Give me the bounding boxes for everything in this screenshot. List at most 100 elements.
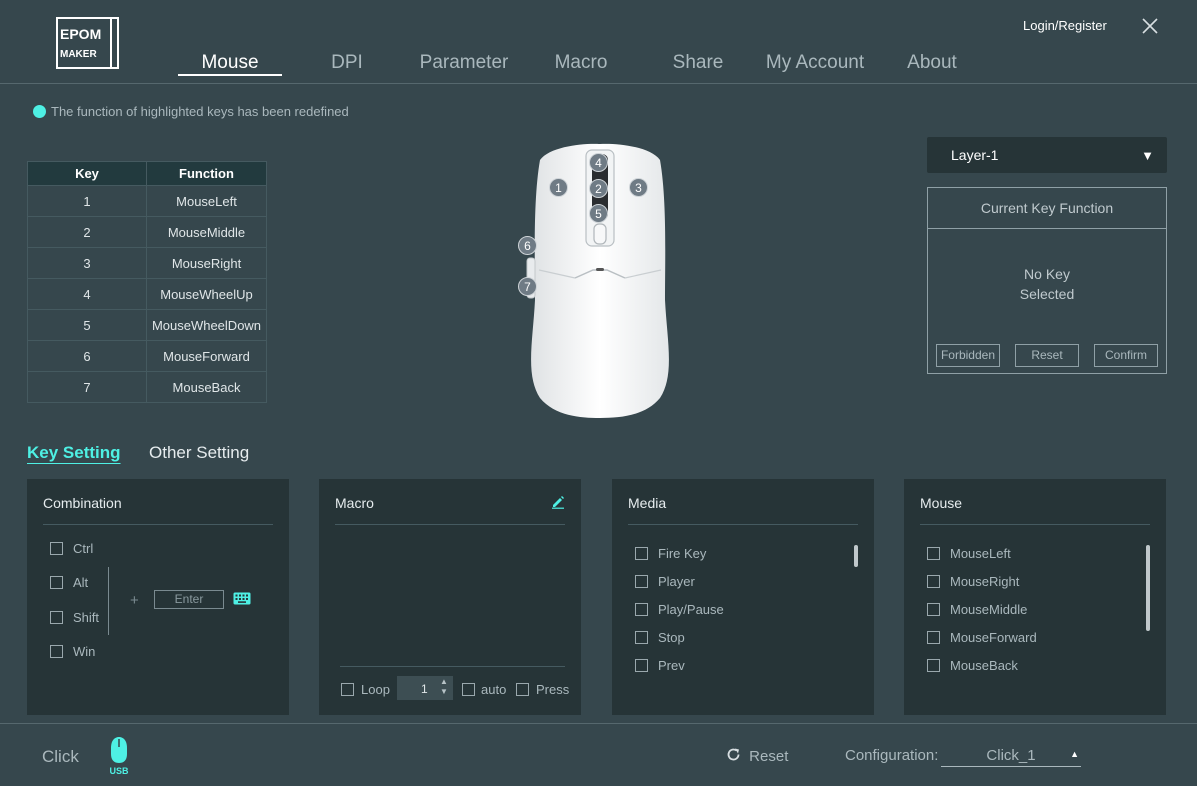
tab-my-account[interactable]: My Account <box>758 52 872 74</box>
key-input-field[interactable]: Enter <box>154 590 224 609</box>
alt-checkbox[interactable] <box>50 576 63 589</box>
media-item-play-pause[interactable]: Play/Pause <box>658 602 724 617</box>
mouse-scrollbar[interactable] <box>1146 545 1150 631</box>
highlight-dot-icon <box>33 105 46 118</box>
mouse-item-middle[interactable]: MouseMiddle <box>950 602 1027 617</box>
function-cell: MouseWheelUp <box>146 278 267 310</box>
media-scrollbar[interactable] <box>854 545 858 567</box>
ctrl-checkbox[interactable] <box>50 542 63 555</box>
plus-sign: + <box>130 592 139 609</box>
svg-text:EPOM: EPOM <box>60 26 101 42</box>
tab-about[interactable]: About <box>898 52 966 74</box>
dropdown-triangle-icon: ▼ <box>1141 148 1154 163</box>
tab-other-setting[interactable]: Other Setting <box>149 443 249 463</box>
tab-parameter[interactable]: Parameter <box>412 52 516 74</box>
configuration-value: Click_1 <box>986 747 1036 764</box>
divider <box>920 524 1150 525</box>
empty-line-1: No Key <box>1024 266 1070 282</box>
mouse-key-badge-1[interactable]: 1 <box>549 178 568 197</box>
mouse-key-badge-4[interactable]: 4 <box>589 153 608 172</box>
usb-device-icon[interactable]: USB <box>108 736 130 776</box>
tab-macro[interactable]: Macro <box>540 52 622 74</box>
combination-panel: Combination Ctrl Alt Shift Win + Enter <box>27 479 289 715</box>
mouse-key-badge-3[interactable]: 3 <box>629 178 648 197</box>
current-key-function-panel: Current Key Function No Key Selected For… <box>927 187 1167 374</box>
tab-share[interactable]: Share <box>660 52 736 74</box>
loop-label: Loop <box>361 682 390 697</box>
empty-line-2: Selected <box>1019 286 1075 302</box>
mouse-key-badge-5[interactable]: 5 <box>589 204 608 223</box>
loop-count-value: 1 <box>421 682 428 696</box>
confirm-button[interactable]: Confirm <box>1094 344 1158 367</box>
loop-checkbox[interactable] <box>341 683 354 696</box>
configuration-dropdown[interactable]: Click_1 ▲ <box>941 747 1081 767</box>
media-item-prev[interactable]: Prev <box>658 658 685 673</box>
bracket-divider <box>108 567 109 635</box>
mouse-item-back[interactable]: MouseBack <box>950 658 1018 673</box>
mouse-item-right[interactable]: MouseRight <box>950 574 1019 589</box>
table-row[interactable]: 3 MouseRight <box>27 247 267 279</box>
key-cell: 3 <box>27 247 147 279</box>
function-cell: MouseRight <box>146 247 267 279</box>
redefined-hint: The function of highlighted keys has bee… <box>33 104 349 119</box>
table-row[interactable]: 4 MouseWheelUp <box>27 278 267 310</box>
mouse-panel: Mouse MouseLeft MouseRight MouseMiddle M… <box>904 479 1166 715</box>
media-item-fire-key[interactable]: Fire Key <box>658 546 706 561</box>
media-item-stop[interactable]: Stop <box>658 630 685 645</box>
mouse-item-left[interactable]: MouseLeft <box>950 546 1011 561</box>
mouse-key-badge-7[interactable]: 7 <box>518 277 537 296</box>
tab-dpi[interactable]: DPI <box>315 52 379 74</box>
edit-pencil-icon[interactable] <box>551 495 565 514</box>
svg-text:MAKER: MAKER <box>60 49 97 60</box>
mouse-item-checkbox[interactable] <box>927 547 940 560</box>
table-row[interactable]: 6 MouseForward <box>27 340 267 372</box>
mouse-key-badge-2[interactable]: 2 <box>589 179 608 198</box>
tab-mouse[interactable]: Mouse <box>178 52 282 74</box>
win-checkbox[interactable] <box>50 645 63 658</box>
press-checkbox[interactable] <box>516 683 529 696</box>
loop-count-spinner[interactable]: 1 ▲ ▼ <box>397 676 453 700</box>
key-cell: 7 <box>27 371 147 403</box>
active-tab-indicator <box>178 74 282 76</box>
reset-all-button[interactable]: Reset <box>726 747 788 765</box>
mouse-item-checkbox[interactable] <box>927 603 940 616</box>
table-row[interactable]: 7 MouseBack <box>27 371 267 403</box>
spinner-arrows-icon[interactable]: ▲ ▼ <box>440 677 448 697</box>
mouse-item-checkbox[interactable] <box>927 575 940 588</box>
combination-title: Combination <box>43 495 122 511</box>
function-cell: MouseBack <box>146 371 267 403</box>
media-panel: Media Fire Key Player Play/Pause Stop Pr… <box>612 479 874 715</box>
keyboard-icon[interactable] <box>233 592 251 610</box>
login-register-link[interactable]: Login/Register <box>1023 18 1107 33</box>
media-item-checkbox[interactable] <box>635 575 648 588</box>
table-row[interactable]: 1 MouseLeft <box>27 185 267 217</box>
tab-key-setting[interactable]: Key Setting <box>27 443 121 463</box>
media-item-checkbox[interactable] <box>635 603 648 616</box>
table-row[interactable]: 2 MouseMiddle <box>27 216 267 248</box>
mouse-item-checkbox[interactable] <box>927 631 940 644</box>
layer-dropdown[interactable]: Layer-1 ▼ <box>927 137 1167 173</box>
mouse-key-badge-6[interactable]: 6 <box>518 236 537 255</box>
reset-key-button[interactable]: Reset <box>1015 344 1079 367</box>
table-row[interactable]: 5 MouseWheelDown <box>27 309 267 341</box>
media-item-checkbox[interactable] <box>635 631 648 644</box>
reset-label: Reset <box>749 748 789 765</box>
column-header-key: Key <box>27 161 147 186</box>
forbidden-button[interactable]: Forbidden <box>936 344 1000 367</box>
function-cell: MouseWheelDown <box>146 309 267 341</box>
mouse-item-checkbox[interactable] <box>927 659 940 672</box>
win-label: Win <box>73 644 96 659</box>
footer-divider <box>0 723 1197 724</box>
close-icon[interactable] <box>1140 16 1160 36</box>
current-key-function-title: Current Key Function <box>928 188 1166 229</box>
media-item-player[interactable]: Player <box>658 574 695 589</box>
layer-value: Layer-1 <box>951 147 999 163</box>
mouse-item-forward[interactable]: MouseForward <box>950 630 1037 645</box>
device-name: Click <box>42 747 79 766</box>
shift-checkbox[interactable] <box>50 611 63 624</box>
macro-bottom-divider <box>340 666 565 667</box>
media-item-checkbox[interactable] <box>635 547 648 560</box>
auto-checkbox[interactable] <box>462 683 475 696</box>
media-item-checkbox[interactable] <box>635 659 648 672</box>
refresh-icon <box>726 748 745 765</box>
